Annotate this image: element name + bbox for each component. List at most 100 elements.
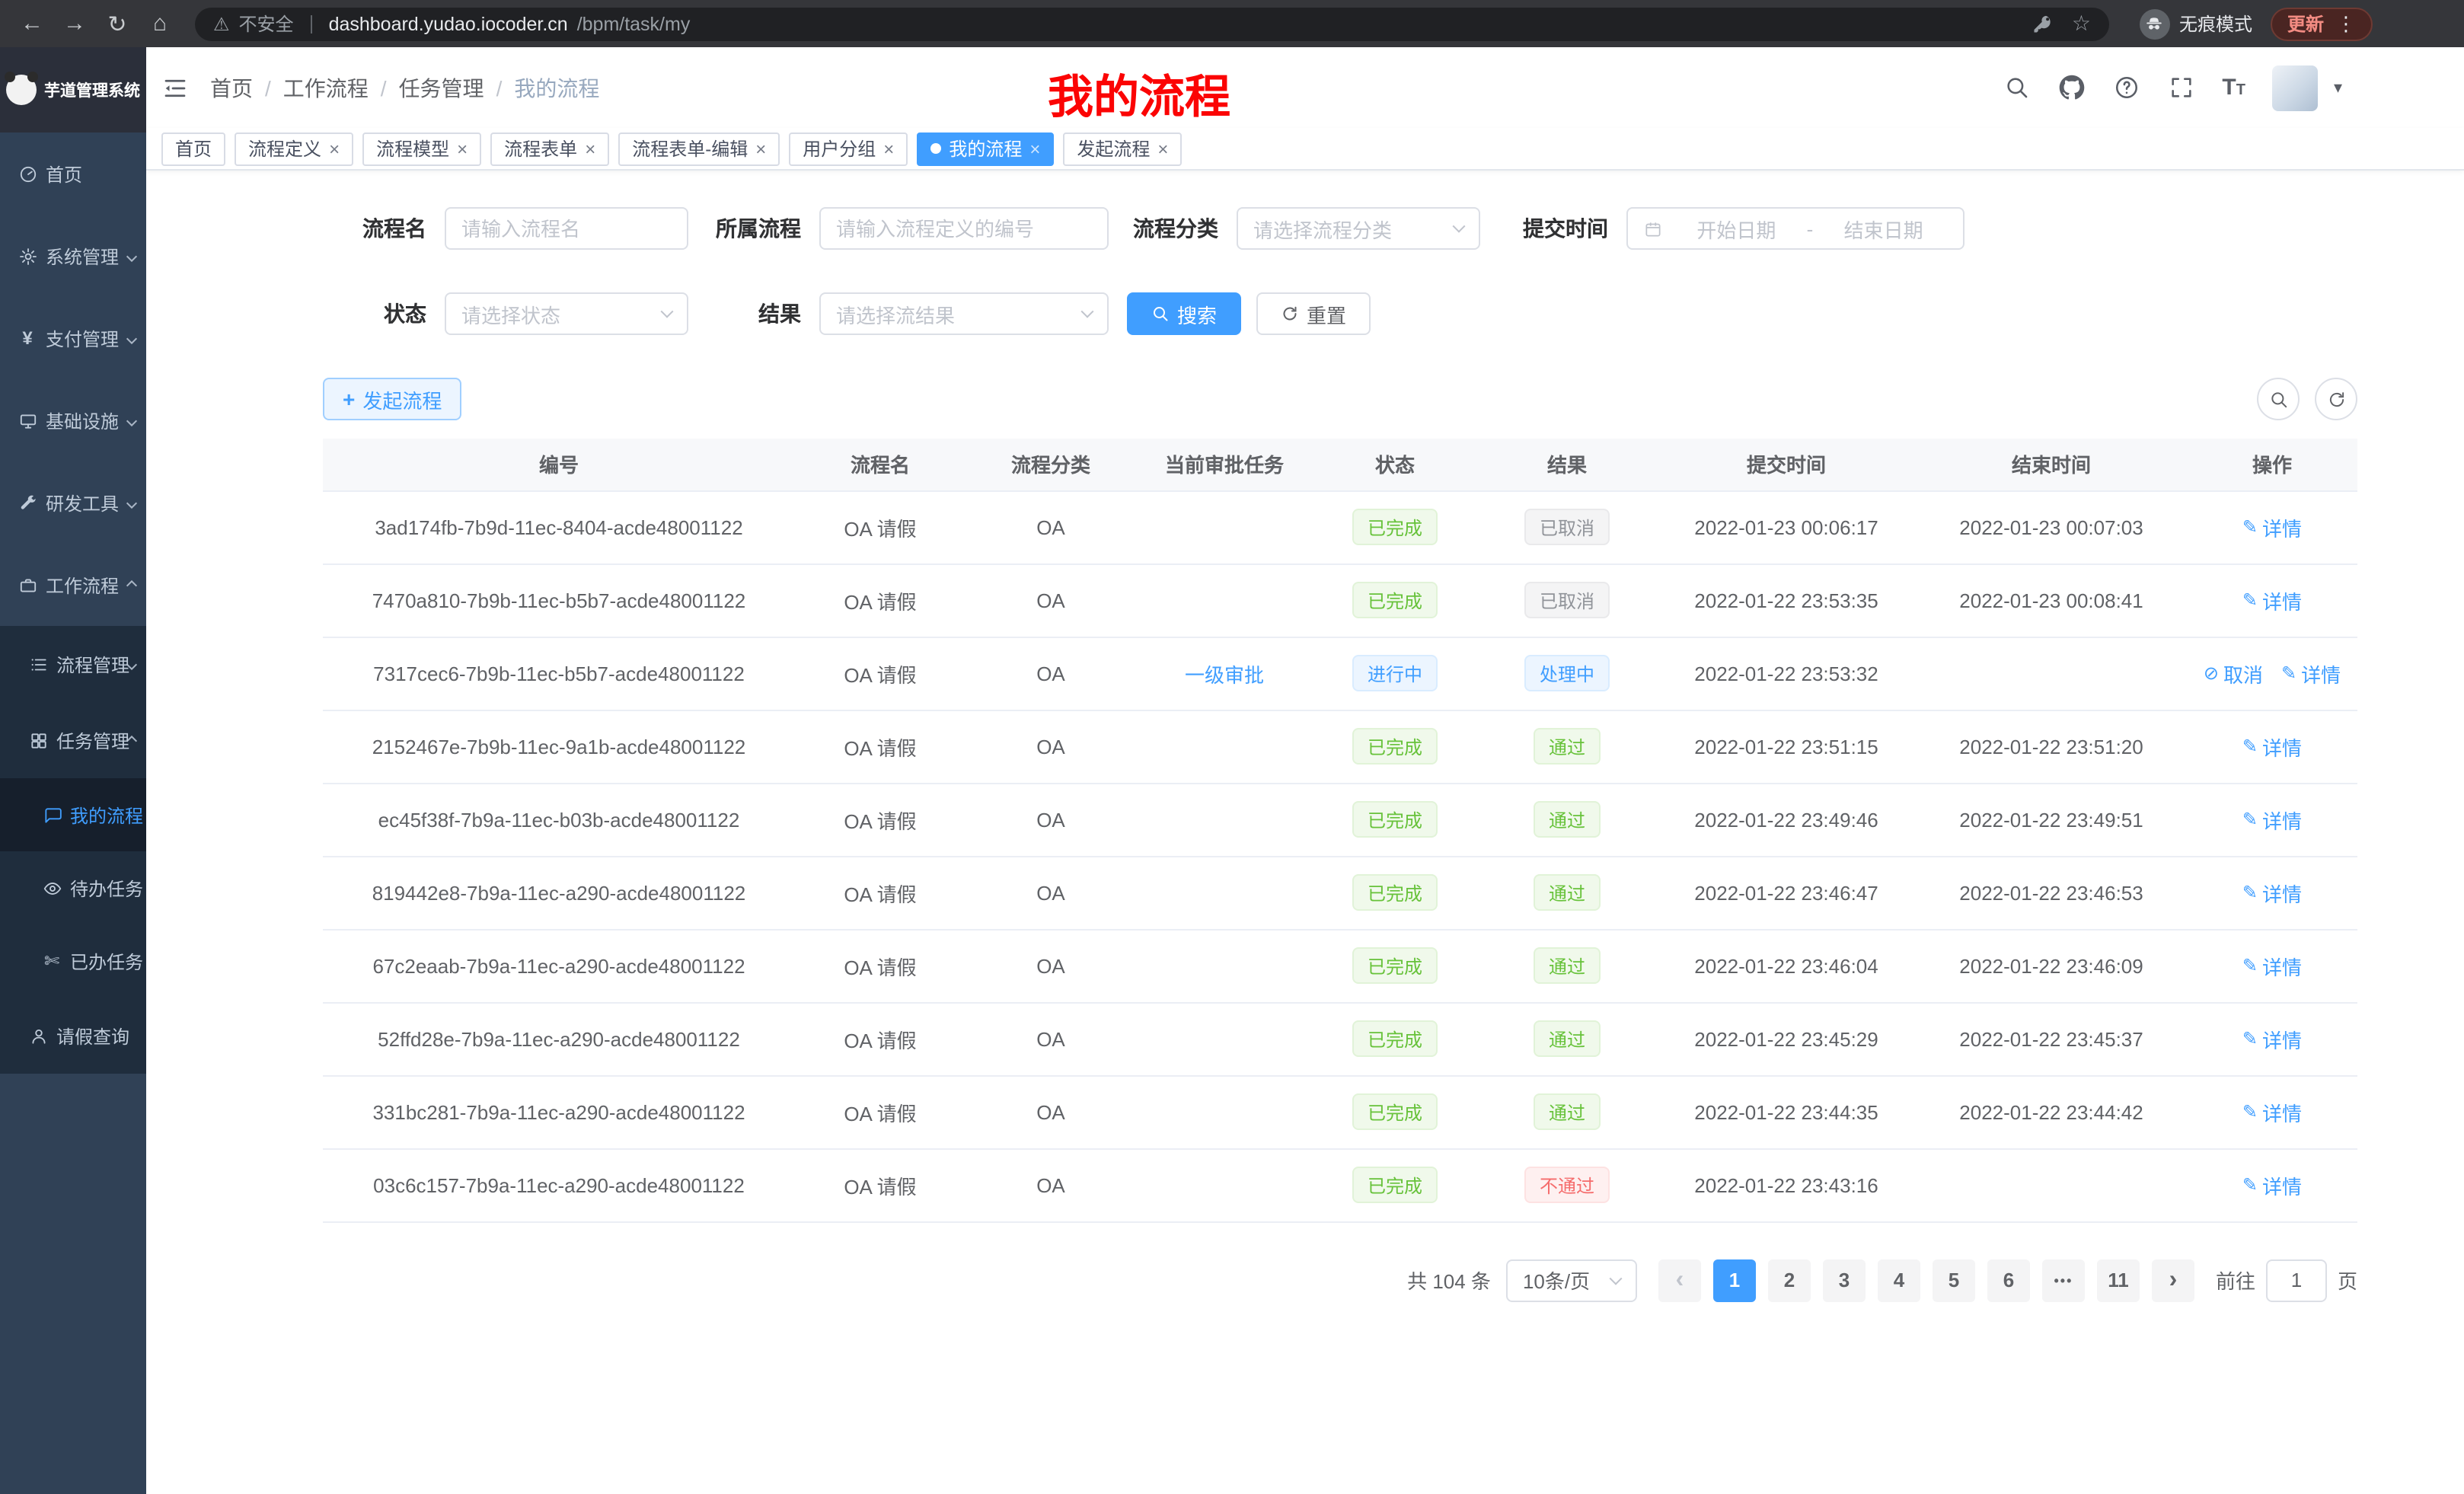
process-name-input[interactable] (445, 207, 688, 250)
search-icon[interactable] (2003, 74, 2030, 101)
pager-page-2[interactable]: 2 (1768, 1259, 1811, 1301)
tab-item-2[interactable]: 流程模型× (362, 132, 481, 165)
sidebar-item-devtools[interactable]: 研发工具 (0, 461, 146, 544)
tab-item-0[interactable]: 首页 (161, 132, 225, 165)
system-icon (17, 246, 38, 266)
tab-item-1[interactable]: 流程定义× (235, 132, 353, 165)
pager-page-11[interactable]: 11 (2097, 1259, 2140, 1301)
sidebar-item-todo-tasks[interactable]: 待办任务 (0, 851, 146, 924)
tab-item-7[interactable]: 发起流程× (1063, 132, 1182, 165)
refresh-icon[interactable] (2315, 378, 2357, 420)
toggle-search-icon[interactable] (2257, 378, 2300, 420)
tab-close-icon[interactable]: × (755, 139, 766, 158)
tab-item-3[interactable]: 流程表单× (490, 132, 609, 165)
detail-link[interactable]: ✎详情 (2242, 512, 2302, 541)
detail-link[interactable]: ✎详情 (2242, 1024, 2302, 1053)
address-bar[interactable]: ⚠ 不安全 dashboard.yudao.iocoder.cn /bpm/ta… (195, 7, 2109, 40)
submit-time-range-picker[interactable]: 开始日期 - 结束日期 (1626, 207, 1964, 250)
fullscreen-icon[interactable] (2167, 74, 2194, 101)
avatar-caret-icon[interactable]: ▾ (2334, 78, 2342, 97)
edit-icon: ✎ (2242, 809, 2258, 830)
result-tag: 通过 (1534, 874, 1601, 911)
sidebar-item-leave-query[interactable]: 请假查询 (0, 998, 146, 1074)
detail-link[interactable]: ✎详情 (2242, 1170, 2302, 1199)
tab-close-icon[interactable]: × (883, 139, 894, 158)
cell-actions: ✎详情 (2187, 710, 2357, 783)
sidebar-item-my-process[interactable]: 我的流程 (0, 778, 146, 851)
pager-more[interactable]: ••• (2042, 1259, 2085, 1301)
help-icon[interactable] (2112, 74, 2140, 101)
browser-reload-icon[interactable]: ↻ (97, 4, 137, 43)
pager-page-4[interactable]: 4 (1878, 1259, 1920, 1301)
edit-icon: ✎ (2242, 1028, 2258, 1049)
process-table: 编号流程名流程分类当前审批任务状态结果提交时间结束时间操作 3ad174fb-7… (323, 439, 2357, 1222)
detail-link[interactable]: ✎详情 (2242, 1097, 2302, 1126)
sidebar-item-task-mgmt[interactable]: 任务管理 (0, 702, 146, 778)
cell-status: 已完成 (1313, 1148, 1477, 1221)
cell-current-task (1136, 929, 1313, 1002)
owner-process-input[interactable] (819, 207, 1109, 250)
pager-next-button[interactable]: › (2152, 1259, 2194, 1301)
tab-close-icon[interactable]: × (457, 139, 468, 158)
result-tag: 通过 (1534, 947, 1601, 984)
cell-current-task (1136, 856, 1313, 929)
current-task-link[interactable]: 一级审批 (1185, 663, 1264, 686)
pager-page-1[interactable]: 1 (1713, 1259, 1756, 1301)
cell-process-id: 331bc281-7b9a-11ec-a290-acde48001122 (323, 1075, 795, 1148)
sidebar-toggle-icon[interactable] (158, 71, 192, 104)
cancel-link[interactable]: ⊘取消 (2204, 659, 2263, 688)
goto-page-input[interactable] (2266, 1259, 2327, 1301)
edit-icon: ✎ (2242, 589, 2258, 611)
breadcrumb-item: 我的流程 (514, 72, 599, 103)
pager-prev-button[interactable]: ‹ (1658, 1259, 1701, 1301)
detail-link[interactable]: ✎详情 (2242, 732, 2302, 761)
pager-page-6[interactable]: 6 (1987, 1259, 2030, 1301)
search-button[interactable]: 搜索 (1127, 292, 1241, 335)
tab-item-6[interactable]: 我的流程× (917, 132, 1054, 165)
font-size-icon[interactable]: TT (2222, 76, 2245, 99)
sidebar-item-payment[interactable]: ¥支付管理 (0, 297, 146, 379)
category-select[interactable]: 请选择流程分类 (1237, 207, 1480, 250)
app-logo[interactable]: 芋道管理系统 (0, 47, 146, 132)
cell-actions: ✎详情 (2187, 563, 2357, 637)
sidebar-item-process-mgmt[interactable]: 流程管理 (0, 626, 146, 702)
detail-link[interactable]: ✎详情 (2242, 805, 2302, 834)
tab-item-5[interactable]: 用户分组× (789, 132, 908, 165)
user-avatar[interactable] (2273, 65, 2319, 110)
browser-forward-icon[interactable]: → (55, 4, 94, 43)
sidebar-item-done-tasks[interactable]: ✄已办任务 (0, 924, 146, 998)
bookmark-star-icon[interactable]: ☆ (2072, 11, 2091, 37)
detail-link[interactable]: ✎详情 (2242, 951, 2302, 980)
sidebar-item-home[interactable]: 首页 (0, 132, 146, 215)
detail-link[interactable]: ✎详情 (2281, 659, 2341, 688)
status-select[interactable]: 请选择状态 (445, 292, 688, 335)
sidebar-item-system[interactable]: 系统管理 (0, 215, 146, 297)
pager-page-5[interactable]: 5 (1933, 1259, 1975, 1301)
breadcrumb-item[interactable]: 工作流程 (283, 72, 369, 103)
tab-close-icon[interactable]: × (1029, 139, 1040, 158)
breadcrumb-item[interactable]: 首页 (210, 72, 253, 103)
tab-close-icon[interactable]: × (329, 139, 340, 158)
tab-close-icon[interactable]: × (1157, 139, 1168, 158)
detail-link[interactable]: ✎详情 (2242, 878, 2302, 907)
create-process-button[interactable]: + 发起流程 (323, 378, 461, 420)
sidebar-item-infra[interactable]: 基础设施 (0, 379, 146, 461)
browser-home-icon[interactable]: ⌂ (140, 4, 180, 43)
browser-back-icon[interactable]: ← (12, 4, 52, 43)
detail-link[interactable]: ✎详情 (2242, 586, 2302, 615)
cell-category: OA (965, 783, 1136, 856)
cell-category: OA (965, 1002, 1136, 1075)
browser-menu-icon[interactable]: ⋮ (2336, 11, 2356, 36)
tab-item-4[interactable]: 流程表单-编辑× (618, 132, 780, 165)
github-icon[interactable] (2057, 74, 2085, 101)
cell-submit-time: 2022-01-22 23:45:29 (1657, 1002, 1916, 1075)
page-size-select[interactable]: 10条/页 (1506, 1259, 1637, 1301)
password-key-icon[interactable] (2029, 13, 2057, 34)
pager-page-3[interactable]: 3 (1823, 1259, 1866, 1301)
browser-update-button[interactable]: 更新 ⋮ (2271, 7, 2373, 40)
result-select[interactable]: 请选择流结果 (819, 292, 1109, 335)
sidebar-item-workflow[interactable]: 工作流程 (0, 544, 146, 626)
tab-close-icon[interactable]: × (585, 139, 595, 158)
breadcrumb-item[interactable]: 任务管理 (399, 72, 484, 103)
reset-button[interactable]: 重置 (1256, 292, 1371, 335)
